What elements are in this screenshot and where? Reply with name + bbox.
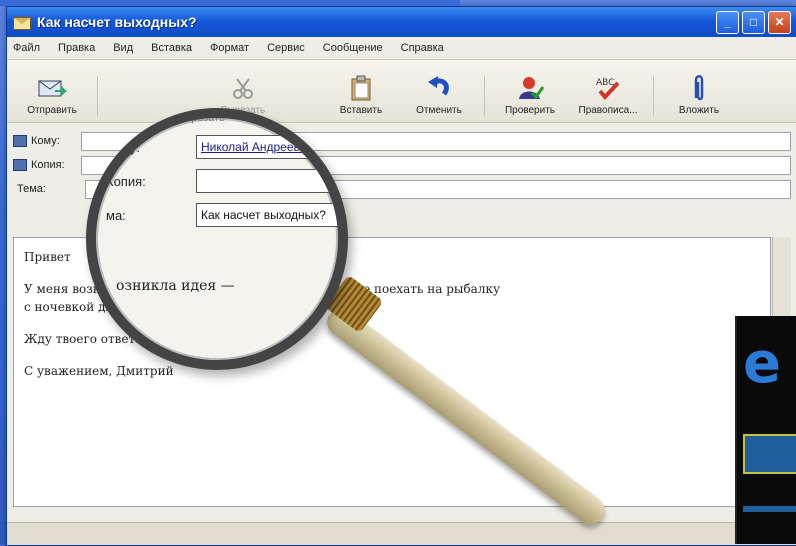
blue-strip — [0, 0, 460, 6]
to-button[interactable]: Кому: — [13, 135, 81, 147]
undo-button[interactable]: Отменить — [400, 75, 478, 116]
menu-view[interactable]: Вид — [113, 42, 133, 54]
menu-format[interactable]: Формат — [210, 42, 249, 54]
cc-button[interactable]: Копия: — [13, 159, 81, 171]
attach-button[interactable]: Вложить — [660, 75, 738, 116]
attach-label: Вложить — [678, 105, 720, 116]
menu-edit[interactable]: Правка — [58, 42, 95, 54]
toolbar-separator — [653, 76, 654, 116]
spelling-icon: ABC — [594, 75, 622, 101]
menu-tools[interactable]: Сервис — [267, 42, 305, 54]
lens-to-label: Кому: — [106, 139, 140, 155]
lens-headers: Кому: Николай Андреевич Копия: ма: Как н… — [96, 130, 338, 232]
lens-cc-field[interactable] — [196, 169, 338, 193]
menu-file[interactable]: Файл — [13, 42, 40, 54]
lens-subject-label: ма: — [106, 207, 126, 223]
paste-button[interactable]: Вставить — [322, 75, 400, 116]
close-button[interactable]: ✕ — [768, 10, 791, 34]
toolbar-separator — [484, 76, 485, 116]
lens-subject-row: ма: Как насчет выходных? — [96, 198, 338, 232]
scissors-icon — [231, 75, 255, 101]
title-bar: Как насчет выходных? _ □ ✕ — [7, 7, 796, 37]
check-names-button[interactable]: Проверить — [491, 75, 569, 116]
svg-text:e: e — [743, 334, 781, 390]
paste-label: Вставить — [339, 105, 383, 116]
ie-address-field — [743, 434, 796, 474]
menu-help[interactable]: Справка — [401, 42, 444, 54]
cc-label: Копия: — [31, 159, 65, 171]
status-bar — [7, 522, 796, 545]
envelope-icon — [13, 14, 31, 30]
paperclip-icon — [691, 75, 707, 101]
spelling-button[interactable]: ABC Правописа... — [569, 75, 647, 116]
lens-to-row: Кому: Николай Андреевич — [96, 130, 338, 164]
send-label: Отправить — [27, 105, 77, 116]
magnifying-glass: Вырезать Кому: Николай Андреевич Копия: … — [86, 108, 348, 370]
lens-cut-label: Вырезать — [176, 112, 225, 124]
toolbar: Отправить Вырезать Вставить Отменить — [7, 60, 796, 123]
menu-message[interactable]: Сообщение — [323, 42, 383, 54]
ie-divider — [743, 506, 796, 512]
ie-window-fragment: e — [735, 316, 796, 544]
menu-bar: Файл Правка Вид Вставка Формат Сервис Со… — [7, 37, 796, 60]
lens-body-fragment: озникла идея — — [116, 278, 235, 294]
spelling-label: Правописа... — [578, 105, 638, 116]
check-names-label: Проверить — [504, 105, 555, 116]
maximize-button[interactable]: □ — [742, 10, 765, 34]
subject-label: Тема: — [17, 183, 46, 195]
lens-cc-label: Копия: — [106, 173, 146, 189]
send-button[interactable]: Отправить — [13, 75, 91, 116]
svg-text:ABC: ABC — [596, 78, 614, 88]
address-book-icon — [13, 135, 27, 147]
lens-cc-row: Копия: — [96, 164, 338, 198]
toolbar-separator — [97, 76, 98, 116]
address-book-icon — [13, 159, 27, 171]
check-names-icon — [516, 75, 544, 101]
clipboard-icon — [350, 75, 372, 101]
undo-label: Отменить — [416, 105, 462, 116]
lens-to-field[interactable]: Николай Андреевич — [196, 135, 338, 159]
undo-icon — [426, 75, 452, 101]
ie-logo-icon: e — [743, 331, 796, 396]
minimize-button[interactable]: _ — [716, 10, 739, 34]
send-icon — [37, 75, 67, 101]
to-label: Кому: — [31, 135, 60, 147]
lens-subject-field[interactable]: Как насчет выходных? — [196, 203, 338, 227]
menu-insert[interactable]: Вставка — [151, 42, 192, 54]
window-title: Как насчет выходных? — [37, 14, 197, 30]
